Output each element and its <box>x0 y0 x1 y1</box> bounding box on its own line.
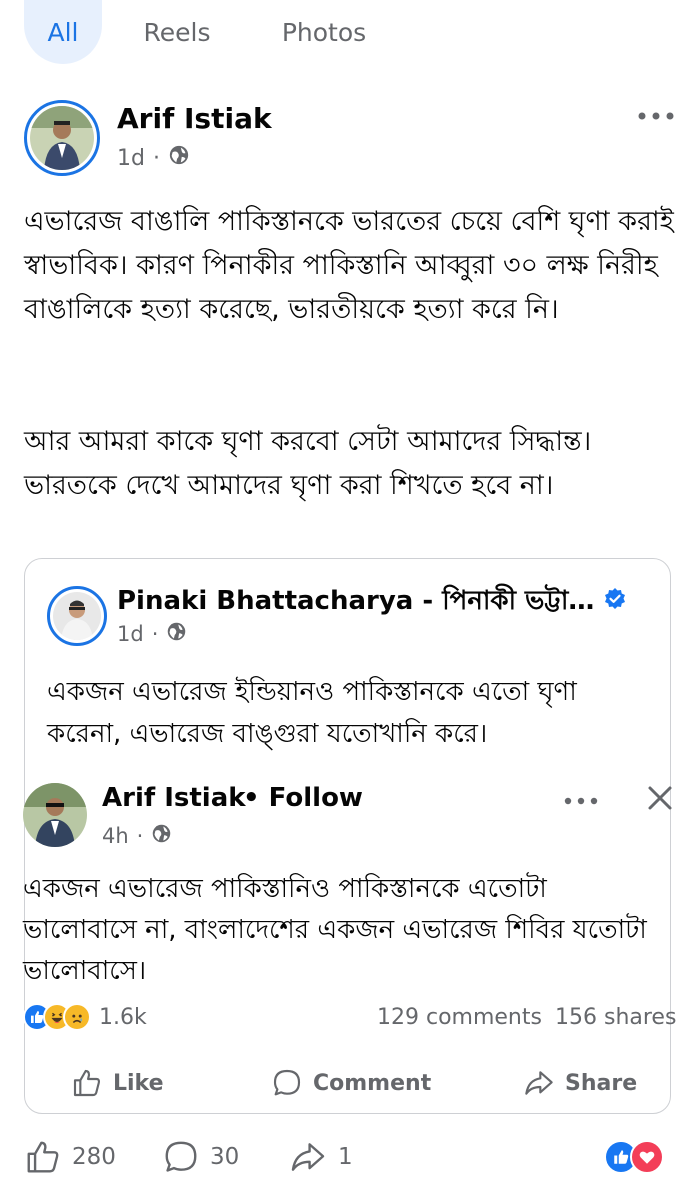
nested-author-avatar[interactable] <box>23 783 87 847</box>
bottom-share-button[interactable]: 1 <box>288 1138 353 1176</box>
comments-count[interactable]: 129 comments <box>377 1005 542 1030</box>
bottom-comment-count: 30 <box>210 1144 240 1170</box>
follow-button[interactable]: • Follow <box>243 783 363 813</box>
bottom-share-count: 1 <box>338 1144 353 1170</box>
nested-post-meta: 4h · <box>102 823 172 849</box>
reaction-summary[interactable]: 1.6k <box>23 1003 147 1031</box>
tab-reels[interactable]: Reels <box>122 0 232 64</box>
shared-author-name-text: Pinaki Bhattacharya - পিনাকী ভট্টাচার্য <box>117 586 597 616</box>
comment-label: Comment <box>313 1070 432 1096</box>
shared-author-avatar[interactable] <box>47 586 107 646</box>
post-time[interactable]: 1d <box>117 146 145 171</box>
close-icon[interactable] <box>643 781 677 815</box>
love-reaction-icon <box>630 1140 664 1174</box>
more-icon[interactable] <box>634 100 678 132</box>
separator-dot: · <box>151 622 159 646</box>
bottom-like-count: 280 <box>72 1144 116 1170</box>
shares-count[interactable]: 156 shares <box>555 1005 676 1030</box>
nested-post-time[interactable]: 4h <box>102 824 129 848</box>
nested-author-name[interactable]: Arif Istiak <box>102 783 246 813</box>
separator-dot: · <box>136 824 144 848</box>
globe-icon <box>166 621 187 647</box>
like-icon <box>73 1069 100 1097</box>
post-meta: 1d · <box>117 144 190 172</box>
globe-icon <box>151 823 172 849</box>
comment-icon <box>273 1069 301 1096</box>
post-text-paragraph-1: এভারেজ বাঙালি পাকিস্তানকে ভারতের চেয়ে ব… <box>24 206 674 325</box>
comment-button[interactable]: Comment <box>271 1067 431 1099</box>
author-name[interactable]: Arif Istiak <box>117 102 272 135</box>
like-icon <box>27 1141 59 1173</box>
globe-icon <box>168 144 190 172</box>
avatar-photo <box>53 592 101 640</box>
verified-icon <box>603 587 627 618</box>
bottom-comment-button[interactable]: 30 <box>162 1138 239 1176</box>
share-button[interactable]: Share <box>523 1067 637 1099</box>
share-icon <box>525 1071 553 1095</box>
sad-reaction-icon <box>63 1003 91 1031</box>
post-text-paragraph-2: আর আমরা কাকে ঘৃণা করবো সেটা আমাদের সিদ্ধ… <box>24 426 592 501</box>
tab-photos[interactable]: Photos <box>262 0 386 64</box>
avatar-photo <box>30 106 94 170</box>
comment-icon <box>165 1141 197 1172</box>
tab-all[interactable]: All <box>24 0 102 64</box>
bottom-reaction-summary[interactable] <box>604 1140 664 1174</box>
reaction-count: 1.6k <box>99 1004 147 1030</box>
share-icon <box>291 1143 325 1171</box>
bottom-like-button[interactable]: 280 <box>24 1138 116 1176</box>
shared-author-name[interactable]: Pinaki Bhattacharya - পিনাকী ভট্টাচার্য <box>117 580 627 624</box>
filter-tabs: All Reels Photos <box>0 0 695 64</box>
separator-dot: · <box>152 145 160 171</box>
author-avatar[interactable] <box>24 100 100 176</box>
share-label: Share <box>565 1070 638 1096</box>
shared-post-text: একজন এভারেজ ইন্ডিয়ানও পাকিস্তানকে এতো ঘ… <box>47 677 577 749</box>
like-button[interactable]: Like <box>71 1067 164 1099</box>
shared-post-card[interactable]: Pinaki Bhattacharya - পিনাকী ভট্টাচার্য … <box>23 558 676 1114</box>
shared-post-time[interactable]: 1d <box>117 622 144 646</box>
like-label: Like <box>113 1070 164 1096</box>
more-icon[interactable] <box>561 787 601 815</box>
nested-post-text: একজন এভারেজ পাকিস্তানিও পাকিস্তানকে এতোট… <box>23 874 647 986</box>
shared-post-meta: 1d · <box>117 621 187 647</box>
